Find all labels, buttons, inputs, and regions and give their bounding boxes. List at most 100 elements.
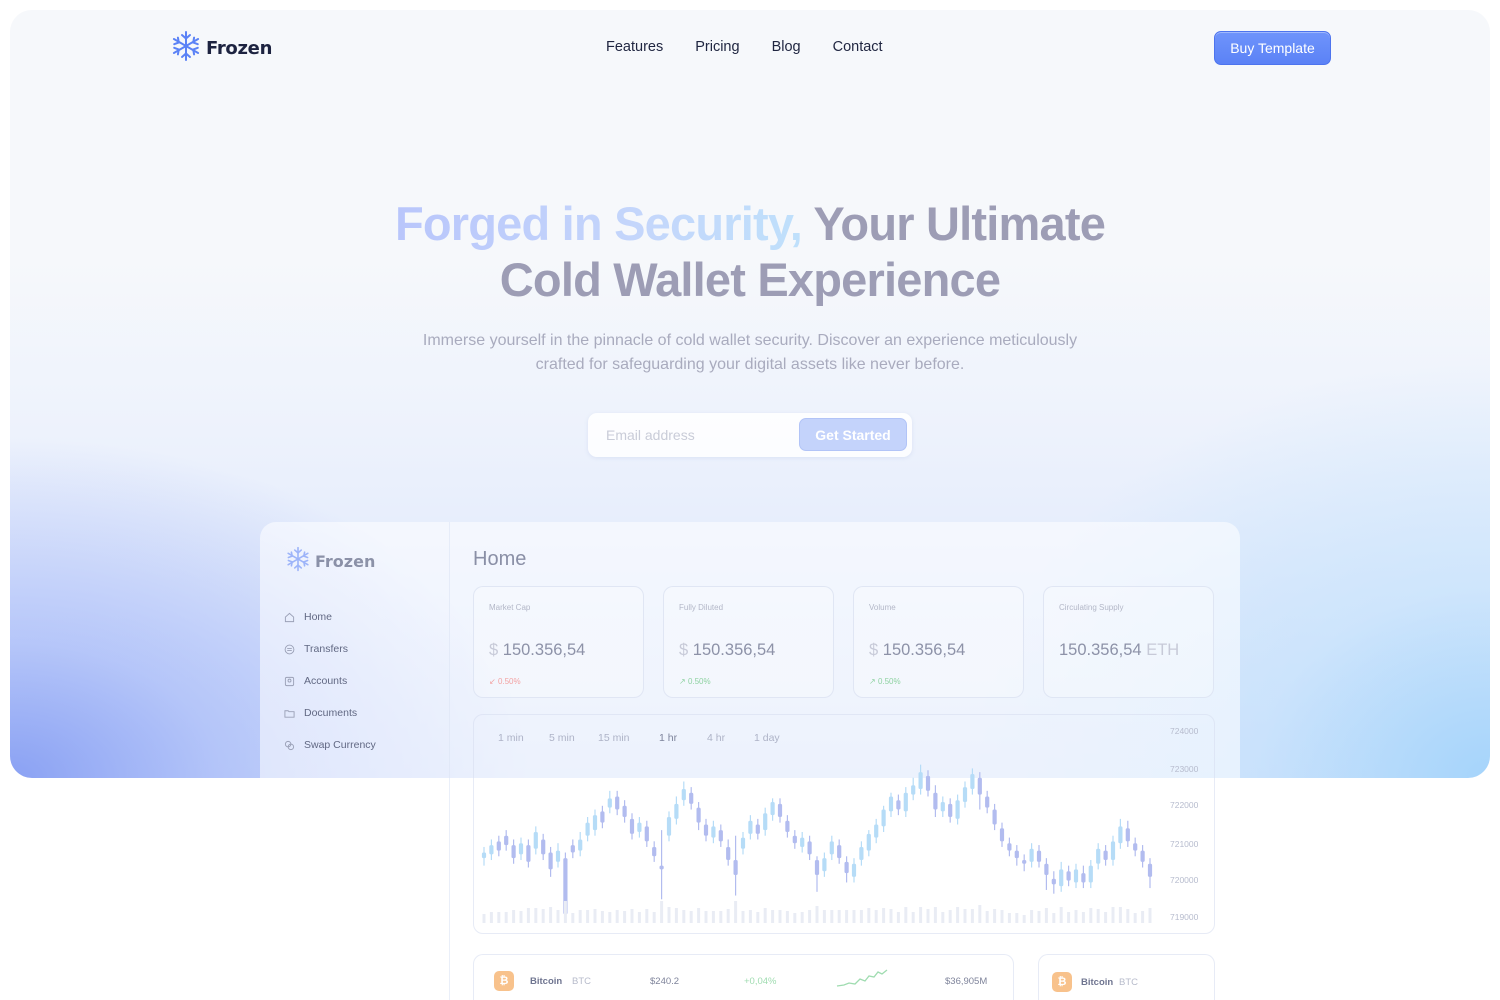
volume-bar	[748, 910, 752, 923]
candle-body	[637, 822, 642, 832]
candle-body	[962, 787, 968, 803]
candle-body	[696, 807, 701, 823]
sidebar-item-swap-currency[interactable]: Swap Currency	[284, 739, 376, 751]
volume-bar	[482, 914, 486, 923]
candle-body	[703, 824, 709, 836]
sidebar-item-label: Transfers	[304, 643, 348, 655]
volume-bar	[1022, 915, 1026, 923]
stat-card-fully-diluted: Fully Diluted $ 150.356,54 ↗ 0.50%	[663, 586, 834, 698]
volume-bar	[1044, 908, 1048, 923]
sidebar-item-accounts[interactable]: Accounts	[284, 675, 347, 687]
volume-bar	[741, 911, 745, 923]
candle-body	[999, 828, 1005, 842]
hero-headline-highlight: Forged in Security,	[394, 197, 803, 250]
candle-body	[940, 802, 945, 812]
buy-template-button[interactable]: Buy Template	[1214, 31, 1331, 65]
volume-bar	[563, 901, 567, 923]
candle-body	[615, 796, 620, 810]
candle-body	[718, 830, 723, 842]
volume-bar	[771, 910, 775, 923]
candle-body	[674, 803, 679, 819]
stat-value: $ 150.356,54	[869, 641, 966, 659]
volume-bar	[1007, 913, 1011, 923]
candle-body	[1036, 850, 1042, 862]
volume-bar	[1030, 910, 1034, 923]
volume-bar	[800, 912, 804, 923]
volume-bar	[526, 908, 530, 923]
hero-headline-line2: Cold Wallet Experience	[499, 253, 1001, 306]
sidebar-item-home[interactable]: Home	[284, 611, 332, 623]
home-icon	[284, 612, 295, 622]
brand-logo[interactable]: Frozen	[170, 30, 272, 67]
y-tick-label: 724000	[1170, 726, 1199, 736]
candle-body	[496, 841, 501, 851]
candle-body	[1066, 871, 1071, 881]
top-nav: Frozen Features Pricing Blog Contact Buy…	[10, 10, 1490, 86]
get-started-button[interactable]: Get Started	[799, 418, 907, 451]
volume-bar	[948, 910, 952, 923]
candle-body	[785, 820, 790, 832]
candle-body	[518, 843, 524, 855]
candle-body	[666, 817, 672, 836]
candle-body	[1044, 863, 1049, 875]
nav-link-pricing[interactable]: Pricing	[695, 39, 739, 55]
volume-bar	[704, 911, 708, 923]
candle-body	[888, 796, 894, 812]
stat-card-circulating-supply: Circulating Supply 150.356,54 ETH	[1043, 586, 1214, 698]
candle-body	[659, 865, 664, 870]
candle-body	[629, 818, 635, 834]
candle-body	[1029, 848, 1034, 862]
candle-body	[1118, 826, 1123, 844]
sidebar-item-label: Accounts	[304, 675, 348, 687]
stat-change: ↙ 0.50%	[489, 677, 521, 686]
candle-body	[814, 860, 820, 875]
volume-bar	[489, 912, 493, 923]
candle-body	[763, 813, 768, 831]
candle-body	[711, 826, 716, 838]
asset-card-bitcoin[interactable]: ₿ Bitcoin BTC	[1038, 954, 1215, 1000]
candle-body	[1007, 843, 1012, 851]
volume-bar	[970, 909, 974, 923]
volume-bar	[904, 907, 908, 923]
snowflake-icon	[170, 30, 202, 67]
dashboard-title: Home	[473, 548, 527, 570]
nav-link-contact[interactable]: Contact	[833, 39, 883, 55]
candle-body	[1081, 873, 1086, 883]
sidebar-item-transfers[interactable]: Transfers	[284, 643, 348, 655]
bitcoin-icon: ₿	[494, 971, 514, 991]
volume-bar	[719, 911, 723, 923]
asset-row-bitcoin[interactable]: ₿ Bitcoin BTC $240.2 +0,04% $36,905M	[473, 954, 1014, 1000]
candle-body	[578, 839, 583, 851]
candle-body	[689, 792, 694, 804]
volume-bar	[1126, 909, 1130, 923]
candle-body	[548, 852, 553, 870]
nav-link-features[interactable]: Features	[606, 39, 663, 55]
volume-bar	[615, 910, 619, 923]
volume-bar	[1037, 911, 1041, 923]
email-input[interactable]	[600, 421, 790, 449]
sidebar-item-documents[interactable]: Documents	[284, 707, 357, 719]
volume-bar	[578, 910, 582, 923]
sidebar-item-label: Home	[304, 611, 333, 623]
candle-body	[652, 846, 657, 857]
candle-body	[792, 835, 797, 844]
nav-link-blog[interactable]: Blog	[772, 39, 801, 55]
candle-body	[1014, 850, 1019, 859]
sidebar-item-label: Swap Currency	[304, 739, 376, 751]
volume-bar	[667, 907, 671, 923]
stat-label: Volume	[869, 603, 896, 612]
volume-bar	[734, 901, 738, 923]
stat-label: Circulating Supply	[1059, 603, 1124, 612]
candle-body	[541, 839, 546, 855]
volume-bar	[985, 911, 989, 923]
volume-bar	[571, 913, 575, 923]
y-tick-label: 722000	[1170, 800, 1199, 810]
volume-bar	[637, 912, 641, 923]
candle-body	[1073, 869, 1079, 883]
volume-bar	[926, 909, 930, 923]
candle-body	[933, 792, 938, 810]
candle-body	[748, 820, 753, 834]
candlestick-chart	[481, 764, 1153, 923]
asset-market-cap: $36,905M	[945, 976, 988, 987]
candle-body	[955, 800, 960, 819]
